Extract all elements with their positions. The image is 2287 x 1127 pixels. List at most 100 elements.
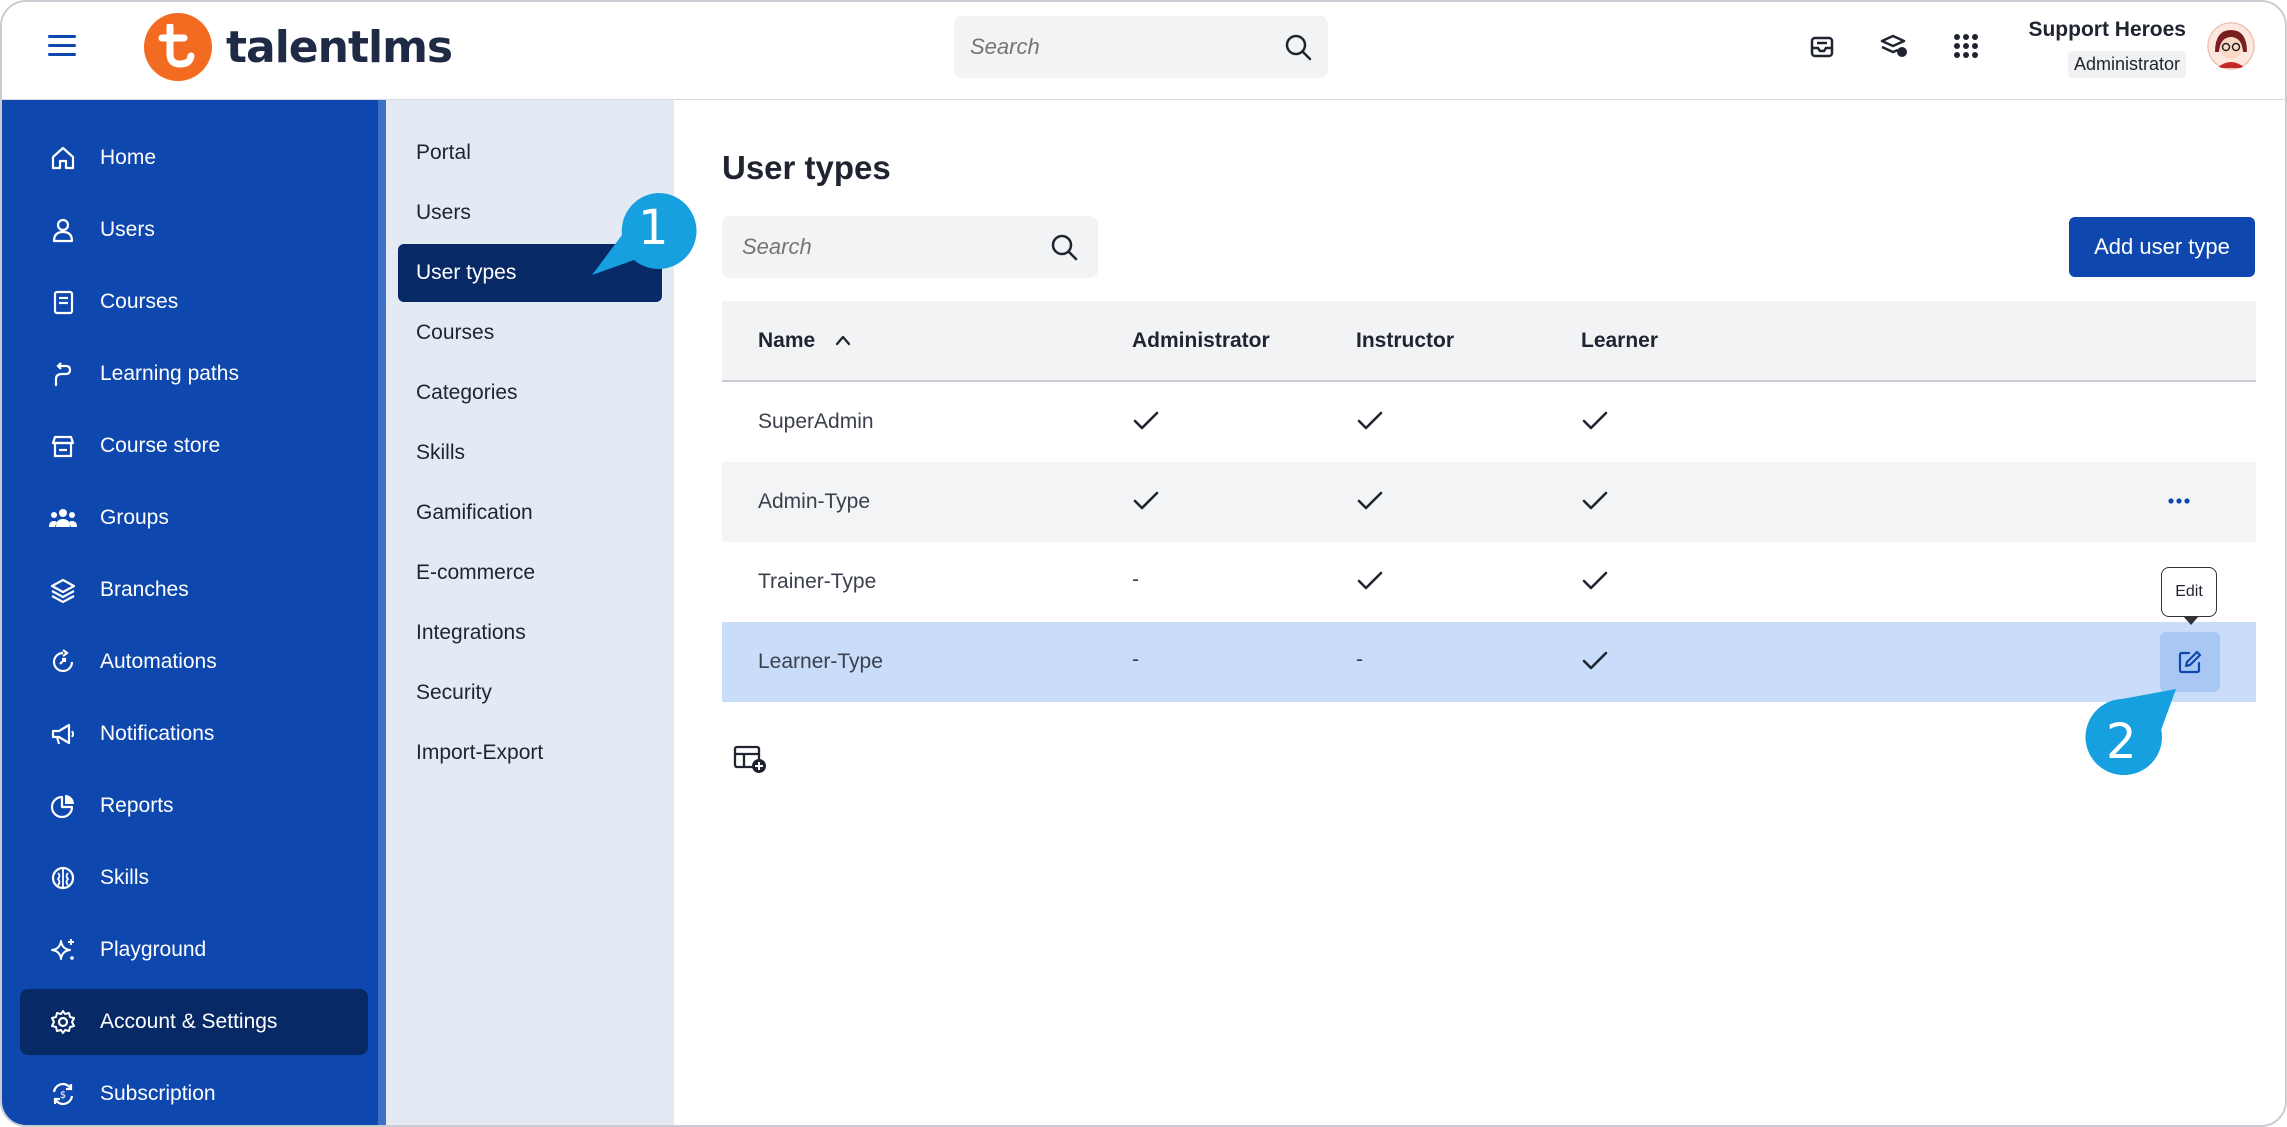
subnav-item-gamification[interactable]: Gamification [398, 484, 662, 542]
sidebar-item-branches[interactable]: Branches [20, 557, 368, 623]
pie-chart-icon [48, 791, 78, 821]
sidebar-item-users[interactable]: Users [20, 197, 368, 263]
courses-stack-icon[interactable] [1876, 28, 1912, 64]
table-row-selected[interactable]: Learner-Type - - [722, 622, 2256, 702]
step-2-callout [2085, 689, 2176, 775]
check-icon [1582, 651, 1608, 670]
sidebar-item-home[interactable]: Home [20, 125, 368, 191]
check-icon [1357, 491, 1383, 510]
user-types-table: Name Administrator Instructor Learner Su… [722, 301, 2256, 702]
check-icon [1133, 411, 1159, 430]
subnav-item-security[interactable]: Security [398, 664, 662, 722]
store-icon [48, 431, 78, 461]
table-row[interactable]: Trainer-Type - [722, 542, 2256, 622]
sort-ascending-icon[interactable] [834, 333, 852, 347]
sidebar-item-reports[interactable]: Reports [20, 773, 368, 839]
search-icon[interactable] [1284, 33, 1312, 61]
column-header-learner: Learner [1581, 329, 1659, 352]
logo-text: talentlms [226, 21, 453, 73]
column-header-name[interactable]: Name [758, 329, 815, 353]
avatar[interactable] [2207, 22, 2255, 70]
step-1-number: 1 [638, 200, 669, 256]
search-input[interactable] [742, 234, 1050, 260]
top-bar: talentlms Support Heroes Administrator [2, 2, 2285, 100]
sidebar-item-label: Courses [100, 290, 179, 313]
sidebar-item-label: Notifications [100, 722, 215, 745]
user-types-search[interactable] [722, 216, 1098, 278]
sidebar-item-label: Learning paths [100, 362, 239, 385]
subnav-item-portal[interactable]: Portal [398, 124, 662, 182]
sidebar-item-label: Account & Settings [100, 1010, 278, 1033]
no-permission-dash: - [1132, 568, 1139, 591]
user-icon [48, 215, 78, 245]
more-options-icon[interactable] [2162, 484, 2196, 518]
search-icon[interactable] [1050, 233, 1078, 261]
menu-icon[interactable] [48, 35, 76, 59]
sidebar-item-label: Skills [100, 866, 150, 889]
page-title: User types [722, 149, 891, 186]
subscription-icon: $ [48, 1079, 78, 1109]
sidebar-item-account-settings[interactable]: Account & Settings [20, 989, 368, 1055]
brain-icon [48, 863, 78, 893]
top-search-input[interactable] [970, 34, 1284, 60]
megaphone-icon [48, 719, 78, 749]
sidebar-item-learning-paths[interactable]: Learning paths [20, 341, 368, 407]
gear-icon [48, 1007, 78, 1037]
sparkle-icon [48, 935, 78, 965]
pencil-icon [2178, 650, 2202, 674]
subnav-item-skills[interactable]: Skills [398, 424, 662, 482]
check-icon [1582, 571, 1608, 590]
table-row[interactable]: SuperAdmin [722, 382, 2256, 462]
sidebar-item-subscription[interactable]: $ Subscription [20, 1061, 368, 1125]
add-user-type-button[interactable]: Add user type [2069, 217, 2255, 277]
user-type-name: Trainer-Type [758, 570, 877, 593]
subnav-item-integrations[interactable]: Integrations [398, 604, 662, 662]
sidebar-item-automations[interactable]: Automations [20, 629, 368, 695]
sidebar-item-label: Branches [100, 578, 189, 601]
path-icon [48, 359, 78, 389]
subnav-item-categories[interactable]: Categories [398, 364, 662, 422]
sidebar-item-playground[interactable]: Playground [20, 917, 368, 983]
sidebar-item-label: Course store [100, 434, 221, 457]
sidebar-item-label: Groups [100, 506, 169, 529]
user-type-name: Admin-Type [758, 490, 871, 513]
sidebar-item-groups[interactable]: Groups [20, 485, 368, 551]
subnav-item-e-commerce[interactable]: E-commerce [398, 544, 662, 602]
layers-icon [48, 575, 78, 605]
group-icon [48, 503, 78, 533]
step-2-number: 2 [2106, 714, 2137, 770]
inbox-icon[interactable] [1804, 28, 1840, 64]
user-name: Support Heroes [2028, 18, 2186, 41]
sidebar-item-label: Home [100, 146, 157, 169]
check-icon [1357, 411, 1383, 430]
apps-grid-icon[interactable] [1948, 28, 1984, 64]
top-search[interactable] [954, 16, 1328, 78]
subnav-item-import-export[interactable]: Import-Export [398, 724, 662, 782]
sidebar-item-label: Users [100, 218, 155, 241]
table-row[interactable]: Admin-Type [722, 462, 2256, 542]
sidebar-item-label: Subscription [100, 1082, 216, 1105]
sidebar-item-label: Playground [100, 938, 207, 961]
logo[interactable]: talentlms [144, 12, 453, 82]
automation-icon [48, 647, 78, 677]
table-columns-add-icon[interactable] [733, 744, 769, 774]
check-icon [1582, 411, 1608, 430]
no-permission-dash: - [1356, 648, 1363, 671]
book-icon [48, 287, 78, 317]
sidebar-item-course-store[interactable]: Course store [20, 413, 368, 479]
check-icon [1133, 491, 1159, 510]
user-type-name: Learner-Type [758, 650, 883, 673]
no-permission-dash: - [1132, 648, 1139, 671]
logo-mark-icon [144, 13, 212, 81]
sidebar-divider [378, 100, 386, 1125]
sidebar-item-notifications[interactable]: Notifications [20, 701, 368, 767]
user-type-name: SuperAdmin [758, 410, 874, 433]
check-icon [1582, 491, 1608, 510]
sidebar-item-courses[interactable]: Courses [20, 269, 368, 335]
sidebar-item-skills[interactable]: Skills [20, 845, 368, 911]
edit-tooltip: Edit [2161, 567, 2217, 625]
subnav-item-courses[interactable]: Courses [398, 304, 662, 362]
column-header-instructor: Instructor [1356, 329, 1455, 352]
app-window: talentlms Support Heroes Administrator [0, 0, 2287, 1127]
check-icon [1357, 571, 1383, 590]
